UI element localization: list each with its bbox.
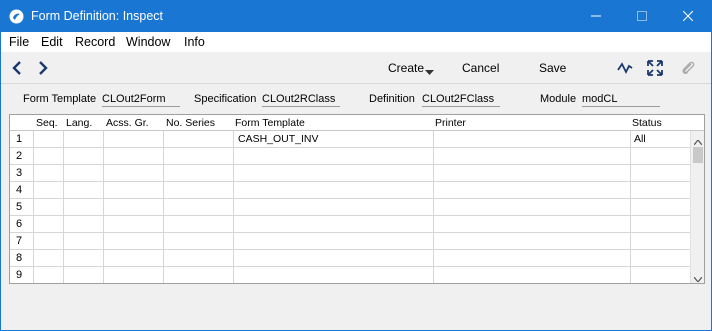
table-row[interactable]: 9 [10,267,690,283]
definition-field[interactable]: CLOut2FClass [422,93,500,107]
row-number: 6 [16,218,23,230]
row-number: 5 [16,201,23,213]
row-number: 1 [16,133,23,145]
form-definition-grid: Seq. Lang. Acss. Gr. No. Series Form Tem… [9,114,705,284]
cancel-button[interactable]: Cancel [462,61,499,75]
title-bar: Form Definition: Inspect [1,1,711,32]
caret-down-icon[interactable] [425,65,434,79]
table-row[interactable]: 2 [10,148,690,165]
column-header-printer[interactable]: Printer [435,117,466,129]
table-row[interactable]: 3 [10,165,690,182]
scroll-down-icon[interactable] [693,271,703,283]
window-title: Form Definition: Inspect [31,9,163,23]
arrow-right-icon[interactable] [37,61,49,75]
column-header-acss-gr[interactable]: Acss. Gr. [106,117,149,129]
create-button[interactable]: Create [388,61,424,75]
arrow-left-icon[interactable] [11,61,23,75]
menu-bar: File Edit Record Window Info [1,32,711,52]
minimize-icon [591,10,601,24]
activity-icon[interactable] [616,59,634,77]
maximize-icon [637,10,647,24]
status-cell[interactable]: All [634,133,646,145]
scroll-up-icon[interactable] [693,134,703,148]
column-header-no-series[interactable]: No. Series [166,117,215,129]
column-header-form-template[interactable]: Form Template [235,117,305,129]
table-row[interactable]: 5 [10,199,690,216]
expand-icon[interactable] [646,59,664,77]
close-button[interactable] [665,1,711,32]
paperclip-icon[interactable] [679,59,697,77]
table-row[interactable]: 1 CASH_OUT_INV All [10,131,690,148]
menu-info[interactable]: Info [184,35,205,49]
form-template-field[interactable]: CLOut2Form [102,93,180,107]
column-header-lang[interactable]: Lang. [66,117,92,129]
table-row[interactable]: 6 [10,216,690,233]
column-header-status[interactable]: Status [632,117,662,129]
vertical-scrollbar[interactable] [690,131,704,283]
specification-field[interactable]: CLOut2RClass [262,93,340,107]
row-number: 3 [16,167,23,179]
module-label: Module [540,93,577,105]
menu-window[interactable]: Window [126,35,170,49]
app-logo-icon [9,9,24,24]
grid-header: Seq. Lang. Acss. Gr. No. Series Form Tem… [10,115,704,131]
module-field[interactable]: modCL [582,93,660,107]
row-number: 7 [16,235,23,247]
minimize-button[interactable] [573,1,619,32]
table-row[interactable]: 8 [10,250,690,267]
form-definition-window: Form Definition: Inspect File Edit Recor… [0,0,712,331]
save-button[interactable]: Save [539,61,566,75]
table-row[interactable]: 7 [10,233,690,250]
row-number: 8 [16,252,23,264]
form-template-label: Form Template [23,93,97,105]
specification-label: Specification [194,93,257,105]
menu-edit[interactable]: Edit [41,35,63,49]
toolbar: Create Cancel Save [1,52,711,84]
row-number: 2 [16,150,23,162]
menu-file[interactable]: File [9,35,29,49]
column-header-seq[interactable]: Seq. [36,117,58,129]
table-row[interactable]: 4 [10,182,690,199]
scrollbar-thumb[interactable] [693,147,703,163]
close-icon [682,10,694,24]
row-number: 9 [16,269,23,281]
definition-label: Definition [369,93,415,105]
form-template-cell[interactable]: CASH_OUT_INV [238,133,319,145]
maximize-button[interactable] [619,1,665,32]
row-number: 4 [16,184,23,196]
menu-record[interactable]: Record [75,35,115,49]
